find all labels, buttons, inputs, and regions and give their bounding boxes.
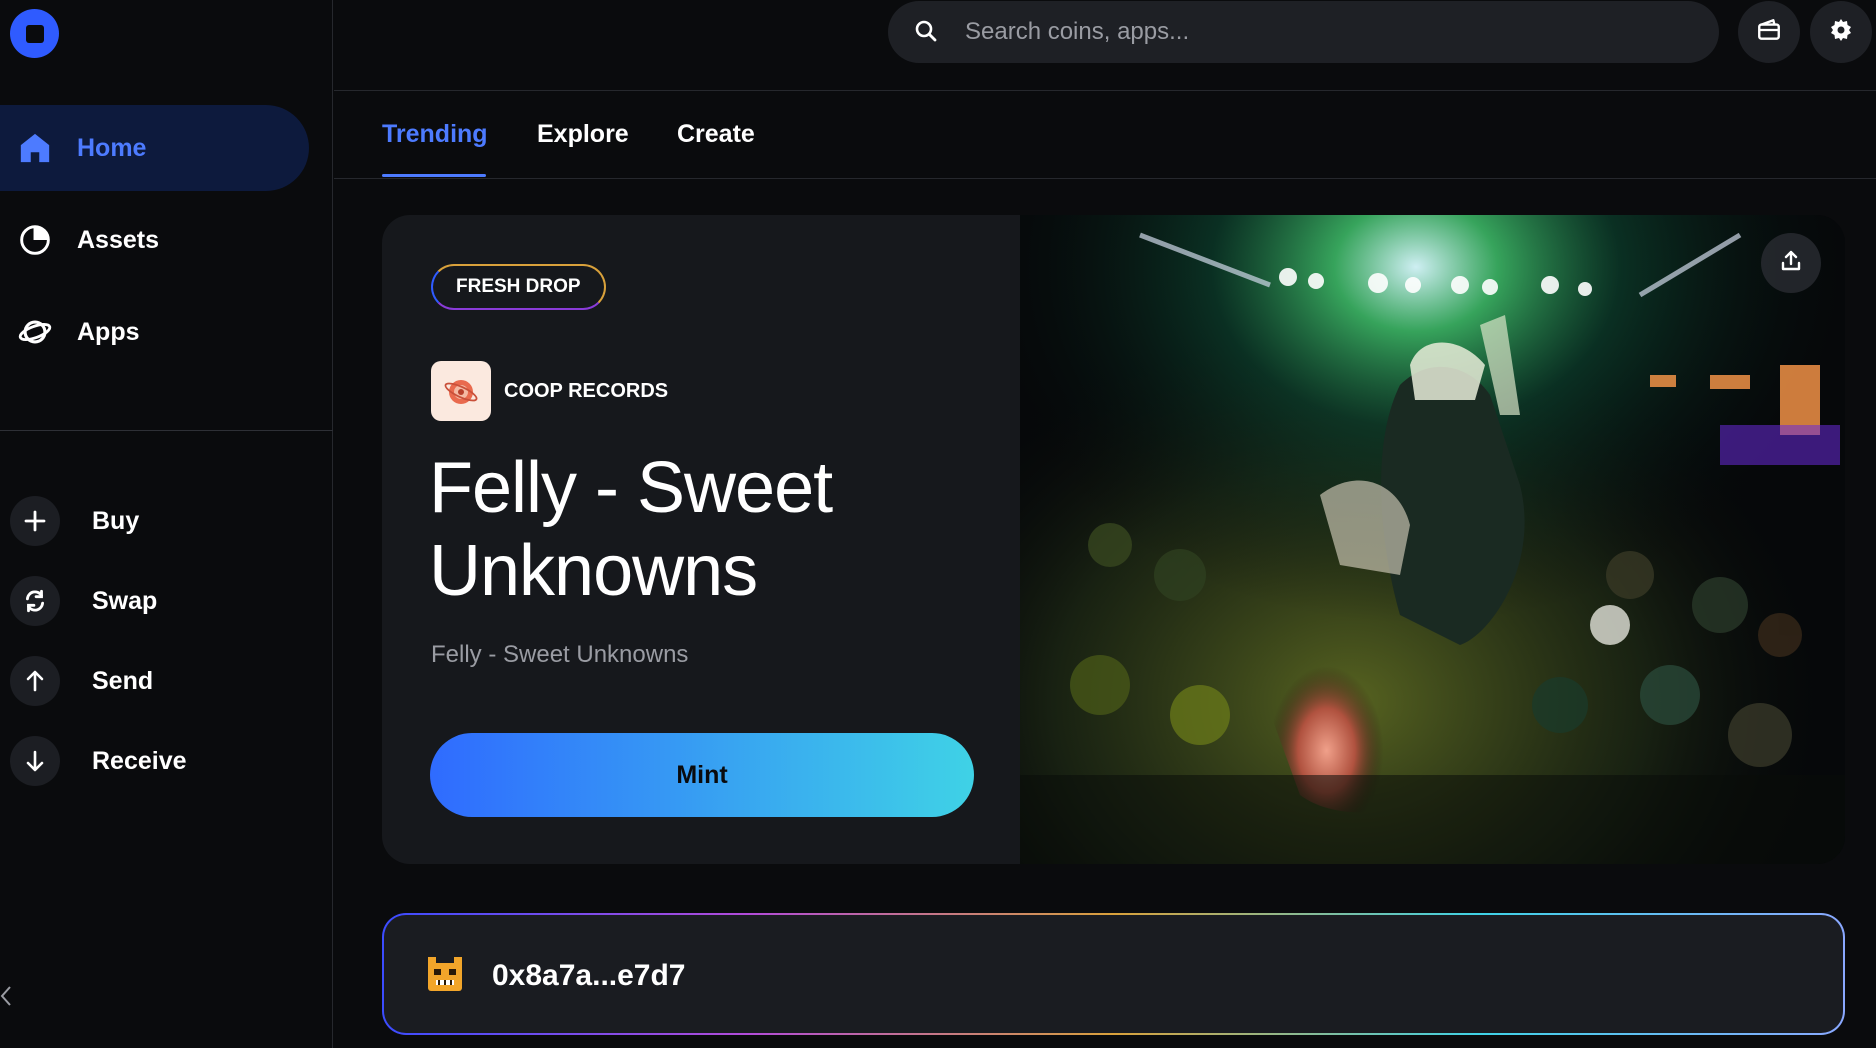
search-icon bbox=[914, 19, 940, 45]
arrow-down-icon bbox=[10, 736, 60, 786]
wallet-icon bbox=[1756, 17, 1782, 48]
creator-avatar bbox=[431, 361, 491, 421]
concert-photo bbox=[1020, 215, 1845, 864]
creator-name: COOP RECORDS bbox=[504, 379, 669, 402]
chevron-left-icon bbox=[0, 985, 12, 1012]
send-button[interactable]: Send bbox=[10, 656, 153, 706]
pie-chart-icon bbox=[17, 222, 53, 258]
mint-button[interactable]: Mint bbox=[430, 733, 974, 817]
creator[interactable]: COOP RECORDS bbox=[431, 361, 668, 421]
fresh-drop-badge: FRESH DROP bbox=[431, 264, 606, 310]
swap-label: Swap bbox=[92, 586, 158, 615]
share-button[interactable] bbox=[1761, 233, 1821, 293]
sidebar-divider bbox=[0, 430, 333, 431]
buy-button[interactable]: Buy bbox=[10, 496, 139, 546]
wallet-avatar-icon bbox=[424, 953, 466, 995]
tab-bar: Trending Explore Create bbox=[334, 92, 1876, 179]
sidebar-item-assets[interactable]: Assets bbox=[0, 197, 309, 283]
wallet-button[interactable] bbox=[1738, 1, 1800, 63]
collapse-sidebar-button[interactable] bbox=[0, 985, 14, 1011]
tab-trending[interactable]: Trending bbox=[382, 120, 488, 149]
drop-subtitle: Felly - Sweet Unknowns bbox=[431, 641, 689, 668]
gear-icon bbox=[1829, 18, 1853, 47]
wallet-address: 0x8a7a...e7d7 bbox=[492, 959, 686, 992]
wallet-card[interactable]: 0x8a7a...e7d7 bbox=[382, 913, 1845, 1035]
sidebar-item-home[interactable]: Home bbox=[0, 105, 309, 191]
settings-button[interactable] bbox=[1810, 1, 1872, 63]
swap-button[interactable]: Swap bbox=[10, 576, 157, 626]
sidebar-item-label: Apps bbox=[77, 317, 140, 346]
home-icon bbox=[17, 130, 53, 166]
swap-icon bbox=[10, 576, 60, 626]
featured-drop-details: FRESH DROP COOP RECORDS Felly - Sweet Un… bbox=[382, 215, 1020, 864]
plus-icon bbox=[10, 496, 60, 546]
sidebar-item-label: Home bbox=[77, 133, 147, 162]
search-input[interactable] bbox=[965, 1, 1685, 63]
buy-label: Buy bbox=[92, 506, 140, 535]
planet-icon bbox=[17, 314, 53, 350]
arrow-up-icon bbox=[10, 656, 60, 706]
share-icon bbox=[1779, 249, 1803, 278]
drop-title: Felly - Sweet Unknowns bbox=[429, 448, 833, 611]
drop-cover-image[interactable] bbox=[1020, 215, 1845, 864]
tab-explore[interactable]: Explore bbox=[537, 120, 629, 149]
receive-label: Receive bbox=[92, 746, 187, 775]
tab-create[interactable]: Create bbox=[677, 120, 755, 149]
send-label: Send bbox=[92, 666, 154, 695]
search-bar[interactable] bbox=[888, 1, 1719, 63]
coinbase-logo[interactable] bbox=[10, 9, 59, 58]
sidebar-item-label: Assets bbox=[77, 225, 159, 254]
receive-button[interactable]: Receive bbox=[10, 736, 187, 786]
active-tab-indicator bbox=[382, 174, 486, 177]
featured-drop-card[interactable]: FRESH DROP COOP RECORDS Felly - Sweet Un… bbox=[382, 215, 1845, 864]
sidebar-item-apps[interactable]: Apps bbox=[0, 289, 309, 375]
top-bar bbox=[334, 0, 1876, 91]
sidebar: Home Assets Apps Buy Swap Send Receive bbox=[0, 0, 333, 1048]
